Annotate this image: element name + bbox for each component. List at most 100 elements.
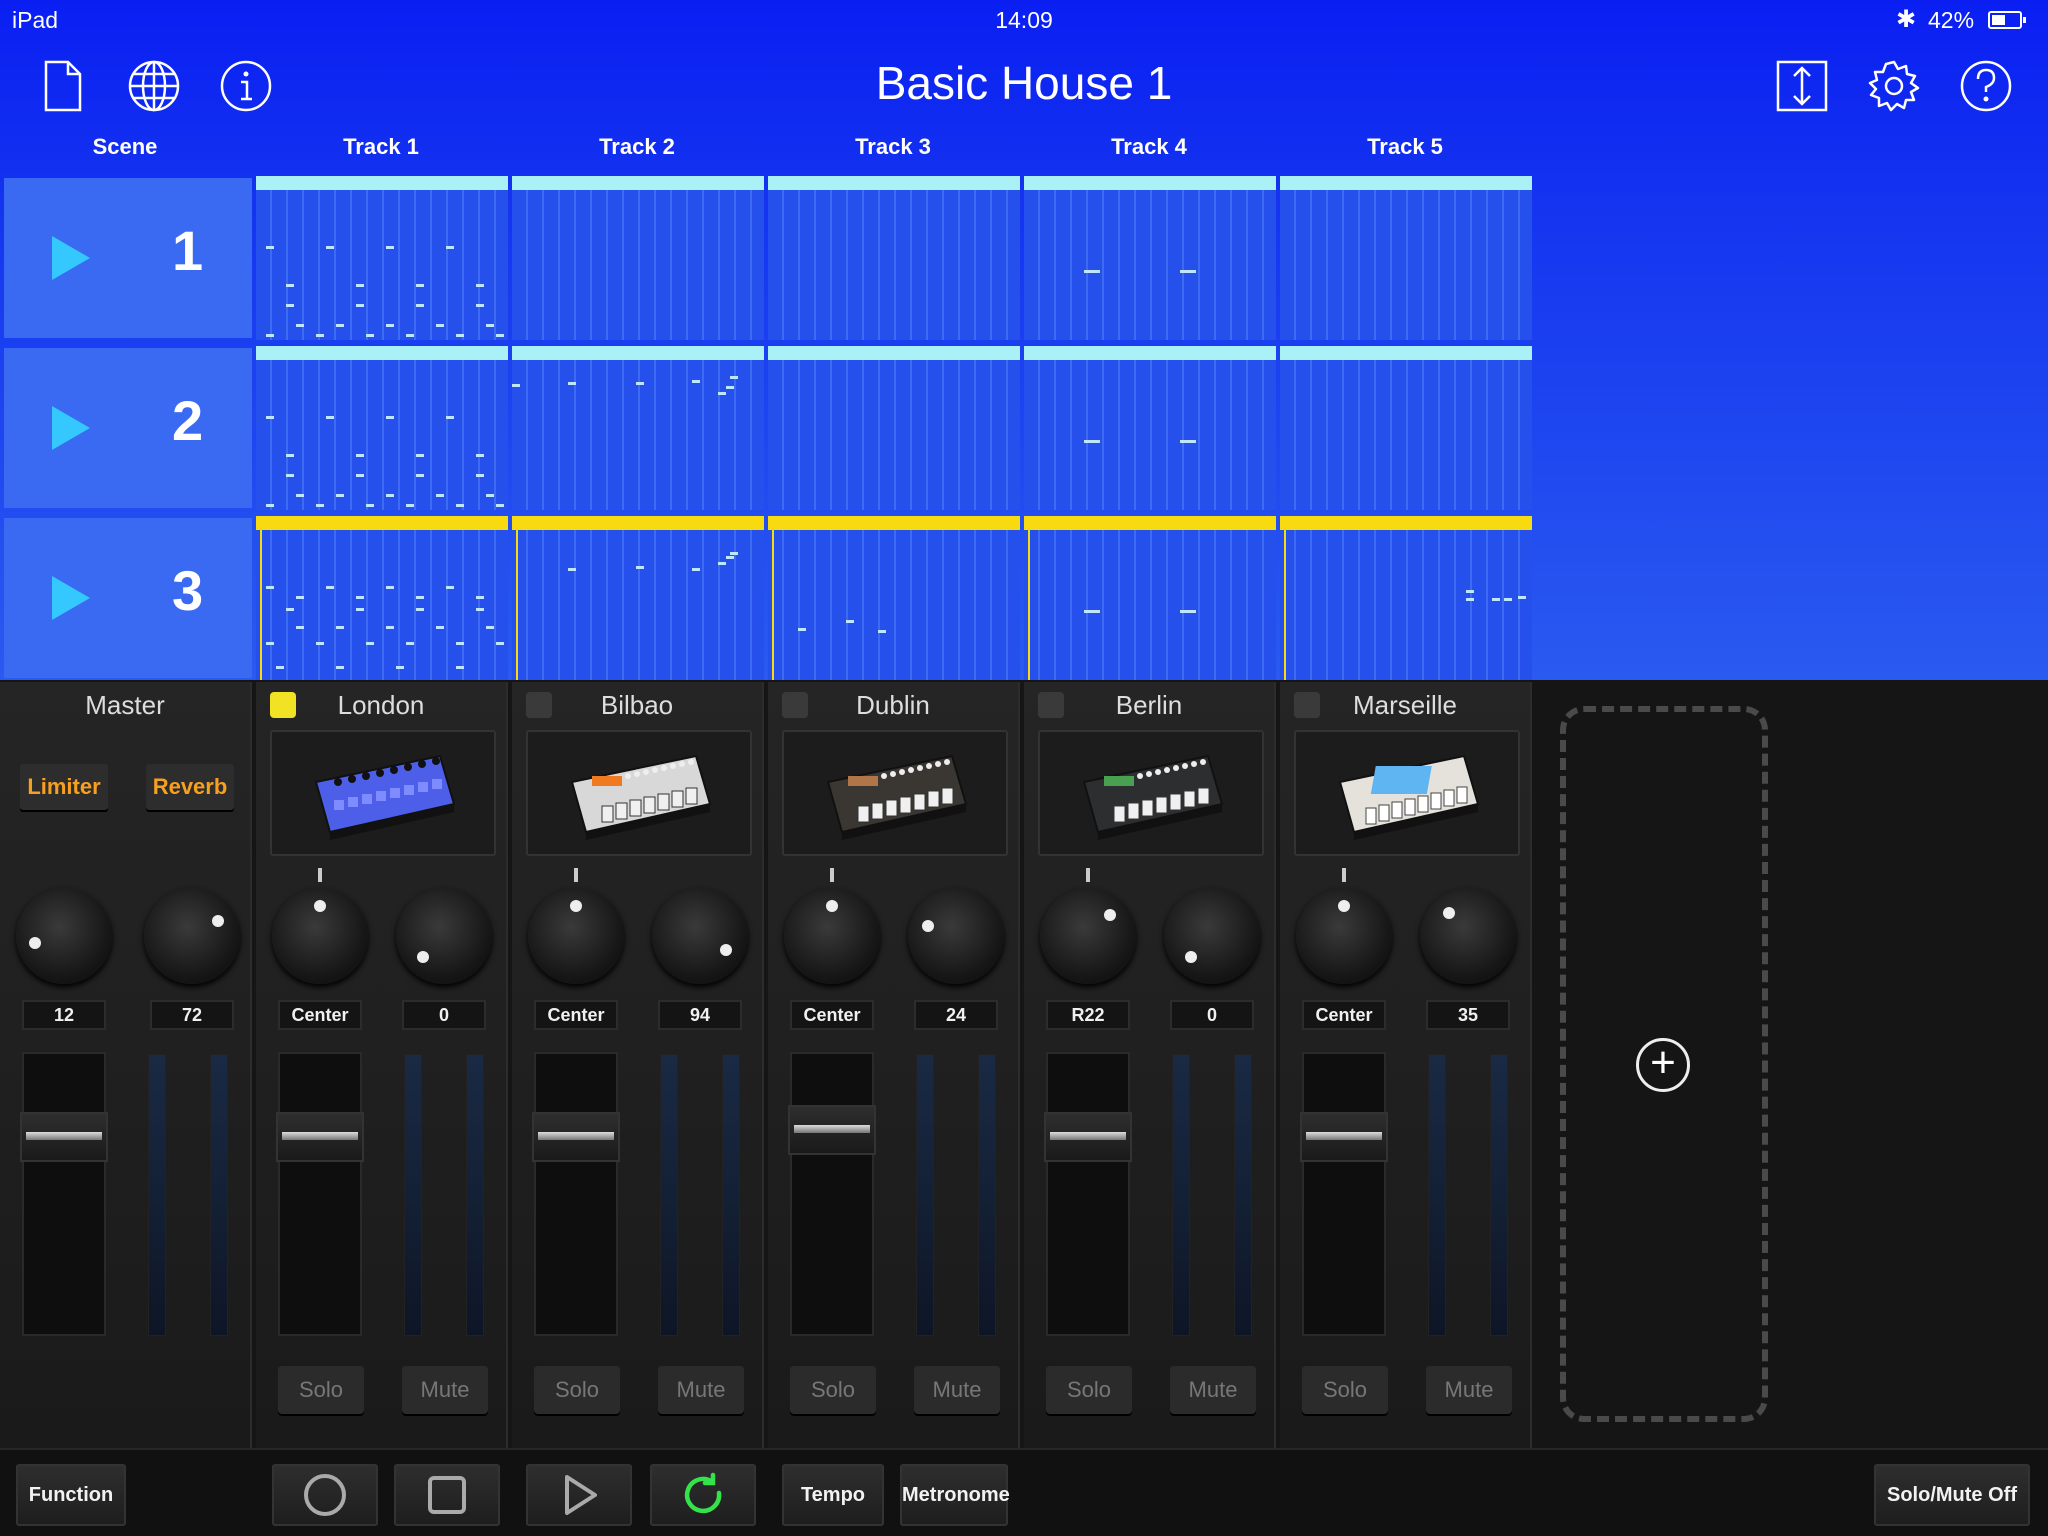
track-header-4[interactable]: Track 4: [1024, 134, 1274, 160]
level-meter-right: [210, 1054, 228, 1336]
clip-scene2-track2[interactable]: [512, 346, 764, 510]
clip-scene1-track2[interactable]: [512, 176, 764, 340]
volume-fader[interactable]: [788, 1052, 876, 1336]
solo-button[interactable]: Solo: [1046, 1366, 1132, 1414]
clip-scene2-track3[interactable]: [768, 346, 1020, 510]
fader-handle[interactable]: [20, 1111, 108, 1162]
scene-2[interactable]: 2: [4, 348, 252, 508]
stop-button[interactable]: [394, 1464, 500, 1526]
send-knob[interactable]: [1420, 888, 1516, 984]
fader-handle[interactable]: [276, 1111, 364, 1162]
scene-1[interactable]: 1: [4, 178, 252, 338]
send-knob[interactable]: [1164, 888, 1260, 984]
clip-scene3-track4[interactable]: [1024, 516, 1276, 680]
volume-fader[interactable]: [1044, 1052, 1132, 1336]
clip-scene3-track2[interactable]: [512, 516, 764, 680]
note: [436, 626, 444, 629]
track-name[interactable]: London: [256, 690, 506, 721]
instrument-image[interactable]: [270, 730, 496, 856]
clip-status-bar: [512, 516, 764, 530]
loop-icon: [684, 1472, 722, 1514]
instrument-image[interactable]: [782, 730, 1008, 856]
fader-handle[interactable]: [1044, 1111, 1132, 1162]
record-button[interactable]: [272, 1464, 378, 1526]
loop-button[interactable]: [650, 1464, 756, 1526]
pan-knob[interactable]: [1040, 888, 1136, 984]
fader-handle[interactable]: [1300, 1111, 1388, 1162]
send-knob[interactable]: [908, 888, 1004, 984]
playhead: [1284, 530, 1286, 680]
clip-scene3-track3[interactable]: [768, 516, 1020, 680]
pan-knob[interactable]: [528, 888, 624, 984]
mute-button[interactable]: Mute: [402, 1366, 488, 1414]
clip-scene1-track3[interactable]: [768, 176, 1020, 340]
pan-center-tick: [574, 868, 578, 882]
note: [356, 454, 364, 457]
clip-scene3-track5[interactable]: [1280, 516, 1532, 680]
song-title[interactable]: Basic House 1: [0, 56, 2048, 110]
mute-button[interactable]: Mute: [1426, 1366, 1512, 1414]
volume-fader[interactable]: [1300, 1052, 1388, 1336]
solo-mute-off-button[interactable]: Solo/Mute Off: [1874, 1464, 2030, 1526]
scene-3[interactable]: 3: [4, 518, 252, 678]
track-name[interactable]: Marseille: [1280, 690, 1530, 721]
pan-knob[interactable]: [1296, 888, 1392, 984]
send-knob[interactable]: [396, 888, 492, 984]
track-header-1[interactable]: Track 1: [256, 134, 506, 160]
solo-button[interactable]: Solo: [1302, 1366, 1388, 1414]
tempo-button[interactable]: Tempo: [782, 1464, 884, 1526]
function-button[interactable]: Function: [16, 1464, 126, 1526]
limiter-button[interactable]: Limiter: [20, 764, 108, 810]
instrument-image[interactable]: [1038, 730, 1264, 856]
solo-button[interactable]: Solo: [278, 1366, 364, 1414]
clip-scene1-track5[interactable]: [1280, 176, 1532, 340]
send-value: 94: [658, 1000, 742, 1030]
fader-handle[interactable]: [532, 1111, 620, 1162]
pan-value: Center: [534, 1000, 618, 1030]
fader-handle[interactable]: [788, 1104, 876, 1155]
track-header-2[interactable]: Track 2: [512, 134, 762, 160]
volume-fader[interactable]: [532, 1052, 620, 1336]
reverb-button[interactable]: Reverb: [146, 764, 234, 810]
pan-knob[interactable]: [784, 888, 880, 984]
clip-scene1-track4[interactable]: [1024, 176, 1276, 340]
send-knob[interactable]: [652, 888, 748, 984]
reverb-knob[interactable]: [144, 888, 240, 984]
metronome-button[interactable]: Metronome: [900, 1464, 1010, 1526]
track-name[interactable]: Berlin: [1024, 690, 1274, 721]
track-header-3[interactable]: Track 3: [768, 134, 1018, 160]
master-fader[interactable]: [20, 1052, 108, 1336]
resize-icon[interactable]: [1772, 56, 1832, 116]
track-header-5[interactable]: Track 5: [1280, 134, 1530, 160]
track-name[interactable]: Dublin: [768, 690, 1018, 721]
pan-center-tick: [1086, 868, 1090, 882]
note: [296, 596, 304, 599]
clip-scene2-track5[interactable]: [1280, 346, 1532, 510]
mute-button[interactable]: Mute: [1170, 1366, 1256, 1414]
track-name[interactable]: Bilbao: [512, 690, 762, 721]
clip-scene3-track1[interactable]: [256, 516, 508, 680]
clip-scene1-track1[interactable]: [256, 176, 508, 340]
note: [476, 454, 484, 457]
volume-fader[interactable]: [276, 1052, 364, 1336]
limiter-knob[interactable]: [16, 888, 112, 984]
mute-button[interactable]: Mute: [914, 1366, 1000, 1414]
clip-scene2-track4[interactable]: [1024, 346, 1276, 510]
pan-knob[interactable]: [272, 888, 368, 984]
mute-button[interactable]: Mute: [658, 1366, 744, 1414]
play-button[interactable]: [526, 1464, 632, 1526]
help-icon[interactable]: [1956, 56, 2016, 116]
clip-scene2-track1[interactable]: [256, 346, 508, 510]
pan-center-tick: [830, 868, 834, 882]
note: [1084, 270, 1100, 273]
note: [456, 666, 464, 669]
instrument-image[interactable]: [526, 730, 752, 856]
scene-number: 2: [172, 389, 204, 452]
note: [718, 562, 726, 565]
instrument-image[interactable]: [1294, 730, 1520, 856]
note: [286, 608, 294, 611]
solo-button[interactable]: Solo: [790, 1366, 876, 1414]
solo-button[interactable]: Solo: [534, 1366, 620, 1414]
gear-icon[interactable]: [1864, 56, 1924, 116]
add-track-icon[interactable]: +: [1636, 1038, 1690, 1092]
